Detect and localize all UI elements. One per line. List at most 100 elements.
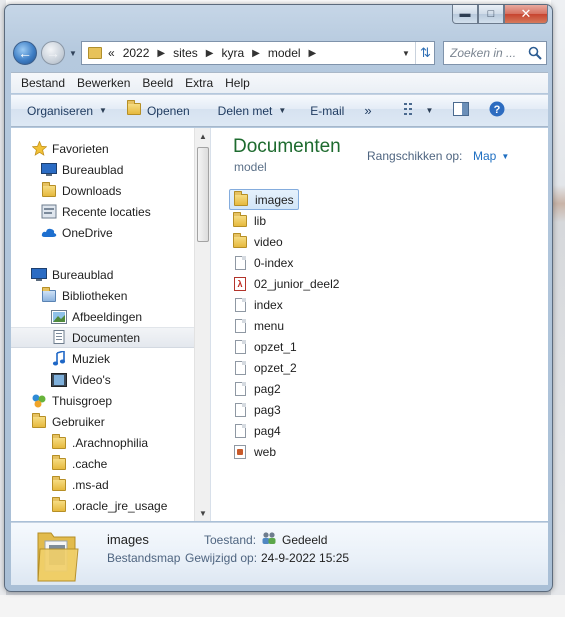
file-name: video [254, 234, 283, 249]
preview-pane-button[interactable] [453, 102, 470, 119]
scroll-down-button[interactable]: ▼ [195, 505, 210, 521]
scroll-up-button[interactable]: ▲ [195, 128, 210, 144]
open-label: Openen [146, 103, 190, 118]
share-with-button[interactable]: Delen met ▼ [218, 104, 287, 118]
file-item[interactable]: 0-index [229, 252, 297, 273]
nav-item-onedrive[interactable]: OneDrive [11, 222, 194, 243]
nav-item-videos[interactable]: Video's [11, 369, 194, 390]
menu-view[interactable]: Beeld [136, 76, 179, 90]
nav-item-label: Muziek [72, 351, 111, 366]
file-item[interactable]: images [229, 189, 299, 210]
file-list-pane: Documenten model Rangschikken op: Map ▼ … [212, 128, 548, 521]
search-input[interactable] [450, 46, 530, 60]
nav-item-folder[interactable]: .cache [11, 453, 194, 474]
file-item[interactable]: web [229, 441, 280, 462]
nav-item-desktop[interactable]: Bureaublad [11, 264, 194, 285]
nav-item-music[interactable]: Muziek [11, 348, 194, 369]
nav-item-downloads[interactable]: Downloads [11, 180, 194, 201]
file-name: lib [254, 213, 267, 228]
refresh-button[interactable]: ⇅ [415, 42, 435, 64]
breadcrumb-item[interactable]: model [268, 46, 301, 60]
forward-button[interactable]: → [41, 41, 65, 65]
breadcrumb-overflow[interactable]: « [108, 46, 115, 60]
nav-item-pictures[interactable]: Afbeeldingen [11, 306, 194, 327]
document-icon [232, 423, 248, 439]
nav-item-user[interactable]: Gebruiker [11, 411, 194, 432]
menu-file[interactable]: Bestand [15, 76, 71, 90]
change-view-button[interactable]: ▼ [403, 102, 433, 119]
nav-item-label: Downloads [62, 183, 122, 198]
chevron-down-icon: ▼ [501, 151, 510, 161]
nav-item-label: OneDrive [62, 225, 113, 240]
folder-icon [51, 475, 67, 493]
document-icon [232, 402, 248, 418]
explorer-window: ▬ □ ✕ ← → ▼ « 2022 ▶ sites ▶ kyra ▶ mode… [4, 4, 553, 592]
document-icon [232, 360, 248, 376]
document-icon [232, 297, 248, 313]
nav-item-folder[interactable]: .oracle_jre_usage [11, 495, 194, 516]
file-item[interactable]: pag3 [229, 399, 285, 420]
breadcrumb-item[interactable]: kyra [221, 46, 244, 60]
scroll-thumb[interactable] [197, 147, 209, 242]
file-item[interactable]: video [229, 231, 287, 252]
file-item[interactable]: menu [229, 315, 288, 336]
open-button[interactable]: Openen [126, 100, 190, 118]
documents-icon [51, 330, 67, 346]
arrow-right-icon: → [46, 45, 60, 61]
nav-item-label: Bibliotheken [62, 288, 128, 303]
help-button[interactable]: ? [489, 101, 505, 120]
organize-button[interactable]: Organiseren ▼ [27, 104, 107, 118]
nav-item-recent-places[interactable]: Recente locaties [11, 201, 194, 222]
back-button[interactable]: ← [13, 41, 37, 65]
search-icon[interactable] [528, 46, 542, 63]
email-button[interactable]: E-mail [310, 104, 344, 118]
nav-item-documents[interactable]: Documenten [11, 327, 194, 348]
library-title: Documenten [233, 136, 341, 157]
search-box[interactable] [443, 41, 547, 65]
content-area: Favorieten Bureaublad Downloads Recente … [11, 128, 548, 521]
arrange-by-label: Rangschikken op: [367, 149, 463, 163]
nav-item-libraries[interactable]: Bibliotheken [11, 285, 194, 306]
nav-item-homegroup[interactable]: Thuisgroep [11, 390, 194, 411]
nav-item-folder[interactable]: .ms-ad [11, 474, 194, 495]
minimize-button[interactable]: ▬ [452, 5, 478, 24]
nav-item-folder[interactable]: .Arachnophilia [11, 432, 194, 453]
maximize-button[interactable]: □ [478, 5, 504, 24]
file-item[interactable]: λ 02_junior_deel2 [229, 273, 343, 294]
document-icon [232, 318, 248, 334]
close-button[interactable]: ✕ [504, 5, 548, 24]
nav-item-favorites[interactable]: Favorieten [11, 138, 194, 159]
file-item[interactable]: opzet_2 [229, 357, 301, 378]
file-name: opzet_1 [254, 339, 297, 354]
breadcrumb-separator-icon[interactable]: ▶ [157, 48, 165, 59]
address-bar[interactable]: « 2022 ▶ sites ▶ kyra ▶ model ▶ ▼ ⇅ [81, 41, 435, 65]
nav-item-desktop-fav[interactable]: Bureaublad [11, 159, 194, 180]
breadcrumb-separator-icon[interactable]: ▶ [206, 48, 214, 59]
menu-help[interactable]: Help [219, 76, 256, 90]
library-subtitle: model [234, 160, 267, 174]
file-item[interactable]: index [229, 294, 287, 315]
breadcrumb-separator-icon[interactable]: ▶ [309, 48, 317, 59]
command-bar: Organiseren ▼ Openen Delen met ▼ E-mail … [11, 94, 548, 127]
breadcrumb-item[interactable]: sites [173, 46, 198, 60]
navigation-scrollbar[interactable]: ▲ ▼ [194, 128, 210, 521]
share-label: Delen met [217, 103, 273, 118]
nav-item-label: Recente locaties [62, 204, 151, 219]
file-item[interactable]: pag4 [229, 420, 285, 441]
file-name: opzet_2 [254, 360, 297, 375]
file-item[interactable]: lib [229, 210, 270, 231]
file-item[interactable]: pag2 [229, 378, 285, 399]
more-commands-button[interactable]: » [364, 103, 371, 118]
folder-icon [51, 433, 67, 451]
menu-tools[interactable]: Extra [179, 76, 219, 90]
document-icon [232, 339, 248, 355]
state-value: Gedeeld [261, 531, 327, 548]
navigation-row: ← → ▼ « 2022 ▶ sites ▶ kyra ▶ model ▶ ▼ … [11, 38, 548, 68]
breadcrumb-item[interactable]: 2022 [123, 46, 150, 60]
address-history-dropdown[interactable]: ▼ [397, 42, 415, 64]
recent-pages-dropdown[interactable]: ▼ [69, 49, 77, 58]
menu-edit[interactable]: Bewerken [71, 76, 136, 90]
arrange-by-dropdown[interactable]: Map ▼ [473, 149, 509, 163]
file-item[interactable]: opzet_1 [229, 336, 301, 357]
breadcrumb-separator-icon[interactable]: ▶ [252, 48, 260, 59]
